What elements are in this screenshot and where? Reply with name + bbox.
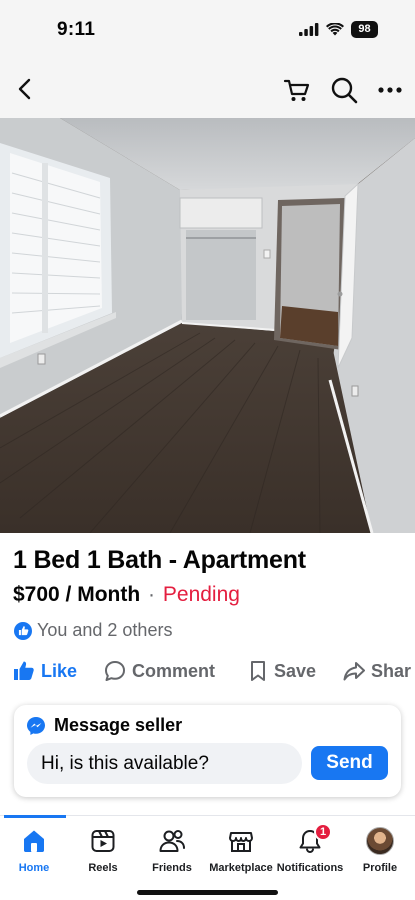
like-reaction-icon (14, 621, 32, 640)
like-button[interactable]: Like (13, 660, 77, 682)
listing-price: $700 / Month (13, 583, 141, 606)
comment-icon (105, 661, 125, 681)
message-input[interactable] (27, 743, 302, 784)
tab-notifications[interactable]: 1 Notifications (270, 823, 350, 874)
avatar (366, 827, 394, 855)
bell-icon: 1 (295, 823, 332, 856)
share-button[interactable]: Shar (343, 660, 411, 682)
tab-reels[interactable]: Reels (63, 826, 143, 874)
tab-label-friends: Friends (152, 862, 192, 874)
listing-photo[interactable] (0, 118, 415, 533)
tab-marketplace[interactable]: Marketplace (201, 826, 281, 874)
likes-text: You and 2 others (37, 620, 173, 640)
room-photo-image (0, 118, 415, 533)
save-button[interactable]: Save (248, 660, 316, 682)
bottom-tab-bar: Home Reels Friends Marketplace 1 Notific… (0, 815, 415, 900)
tab-label-marketplace: Marketplace (209, 862, 273, 874)
listing-title: 1 Bed 1 Bath - Apartment (13, 546, 306, 574)
tab-label-profile: Profile (362, 862, 398, 874)
status-bar: 9:11 98 (0, 0, 415, 60)
profile-avatar-tab (365, 826, 395, 856)
home-icon (19, 826, 49, 856)
reels-icon (88, 826, 118, 856)
likes-summary[interactable]: You and 2 others (14, 620, 172, 641)
status-icons: 98 (299, 21, 378, 38)
tab-label-reels: Reels (88, 862, 118, 874)
status-time: 9:11 (57, 19, 96, 40)
price-row: $700 / Month · Pending (13, 583, 240, 607)
wifi-icon (326, 23, 344, 36)
tab-label-home: Home (18, 862, 50, 874)
notification-badge: 1 (314, 823, 332, 841)
top-nav (0, 60, 415, 118)
action-bar: Like Comment Save Shar (0, 656, 415, 690)
share-icon (343, 662, 365, 681)
bookmark-icon (251, 661, 265, 681)
tab-label-notifications: Notifications (276, 862, 344, 874)
comment-button[interactable]: Comment (104, 660, 215, 682)
status-badge: Pending (162, 583, 240, 606)
search-icon[interactable] (330, 76, 358, 104)
friends-icon (157, 826, 187, 856)
comment-label: Comment (132, 660, 216, 681)
more-icon[interactable] (376, 76, 404, 104)
cart-icon[interactable] (283, 76, 311, 104)
home-indicator (137, 890, 278, 895)
messenger-icon (27, 716, 45, 735)
like-label: Like (41, 660, 78, 681)
share-label: Shar (371, 660, 412, 681)
battery-icon: 98 (351, 21, 378, 38)
marketplace-icon (226, 826, 256, 856)
message-seller-title: Message seller (54, 715, 183, 735)
save-label: Save (274, 660, 317, 681)
tab-profile[interactable]: Profile (340, 826, 415, 874)
signal-icon (299, 23, 319, 36)
back-icon[interactable] (14, 76, 38, 102)
separator-dot: · (148, 583, 156, 606)
tab-friends[interactable]: Friends (132, 826, 212, 874)
thumbs-up-icon (14, 661, 34, 680)
message-seller-header: Message seller (26, 715, 182, 736)
send-button[interactable]: Send (311, 746, 388, 780)
message-seller-card: Message seller Send (14, 705, 401, 797)
active-tab-indicator (4, 815, 66, 818)
